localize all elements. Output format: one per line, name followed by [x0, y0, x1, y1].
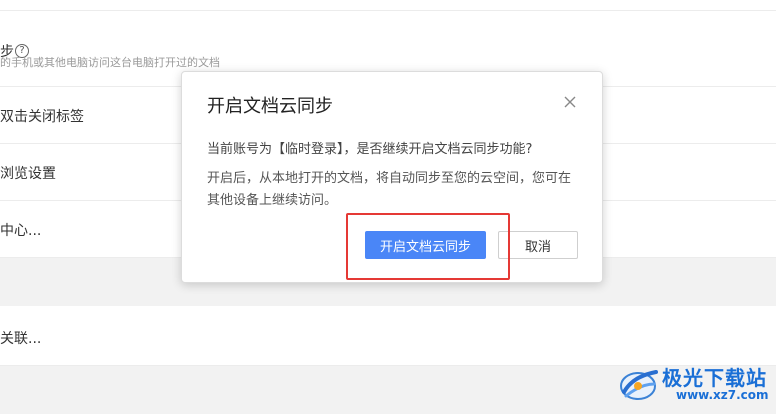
row-title-association: 关联...: [0, 331, 42, 347]
dialog-title: 开启文档云同步: [207, 96, 333, 117]
cancel-button[interactable]: 取消: [498, 231, 578, 259]
row-title-center: 中心...: [0, 223, 42, 239]
row-title-browse-settings: 浏览设置: [0, 166, 56, 182]
row-title-double-click-close: 双击关闭标签: [0, 109, 84, 125]
aurora-logo-icon: [620, 370, 658, 400]
dialog-account-message: 当前账号为【临时登录】，是否继续开启文档云同步功能?: [207, 142, 533, 157]
watermark-logo: 极光下载站 www.xz7.com: [616, 358, 772, 410]
close-icon[interactable]: [562, 94, 578, 110]
watermark-brand: 极光下载站: [662, 366, 767, 390]
red-highlight-box: [346, 213, 510, 280]
settings-row-top: [0, 0, 776, 11]
dialog-detail-message: 开启后，从本地打开的文档，将自动同步至您的云空间，您可在其他设备上继续访问。: [207, 171, 572, 208]
watermark-url: www.xz7.com: [676, 388, 769, 402]
row-subtitle-sync: 的手机或其他电脑访问这台电脑打开过的文档: [0, 56, 220, 69]
